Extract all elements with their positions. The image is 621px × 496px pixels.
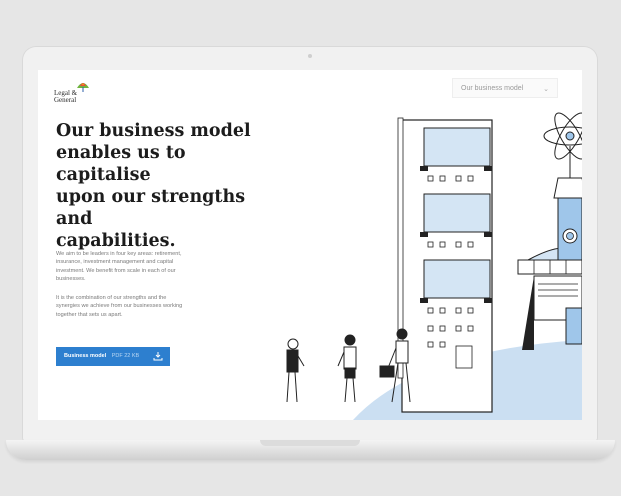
- paragraph-line: It is the combination of our strengths a…: [56, 295, 167, 301]
- umbrella-icon: [77, 83, 89, 92]
- cta-label: Business model: [64, 353, 107, 359]
- person-2: [337, 334, 357, 403]
- atom-symbol: [543, 112, 582, 160]
- paragraph-line: We aim to be leaders in four key areas: …: [56, 251, 182, 257]
- cta-file-meta: PDF 22 KB: [111, 353, 140, 359]
- business-model-download-button[interactable]: Business model PDF 22 KB: [56, 347, 170, 366]
- city-illustration: [286, 112, 582, 420]
- browser-viewport: Legal & General Our business model ⌄ Our…: [38, 70, 582, 420]
- paragraph-line: together that sets us apart.: [56, 311, 123, 318]
- office-building: [397, 117, 493, 413]
- paragraph-line: investment. We benefit from scale in eac…: [56, 267, 176, 274]
- logo-text: Legal & General: [54, 90, 77, 104]
- camera-icon: [308, 54, 312, 58]
- laptop-lid: Legal & General Our business model ⌄ Our…: [22, 46, 598, 442]
- laptop-notch: [260, 440, 360, 446]
- paragraph-line: businesses.: [56, 276, 86, 283]
- legal-general-logo[interactable]: Legal & General: [54, 80, 90, 106]
- paragraph-line: insurance, investment management and cap…: [56, 259, 174, 266]
- paragraph-line: synergies we achieve from our businesses…: [56, 303, 183, 310]
- logo-line: General: [54, 96, 77, 104]
- download-icon: [153, 352, 163, 361]
- laptop-base: [6, 440, 615, 460]
- observatory-rocket: [517, 112, 582, 350]
- person-1: [286, 338, 305, 403]
